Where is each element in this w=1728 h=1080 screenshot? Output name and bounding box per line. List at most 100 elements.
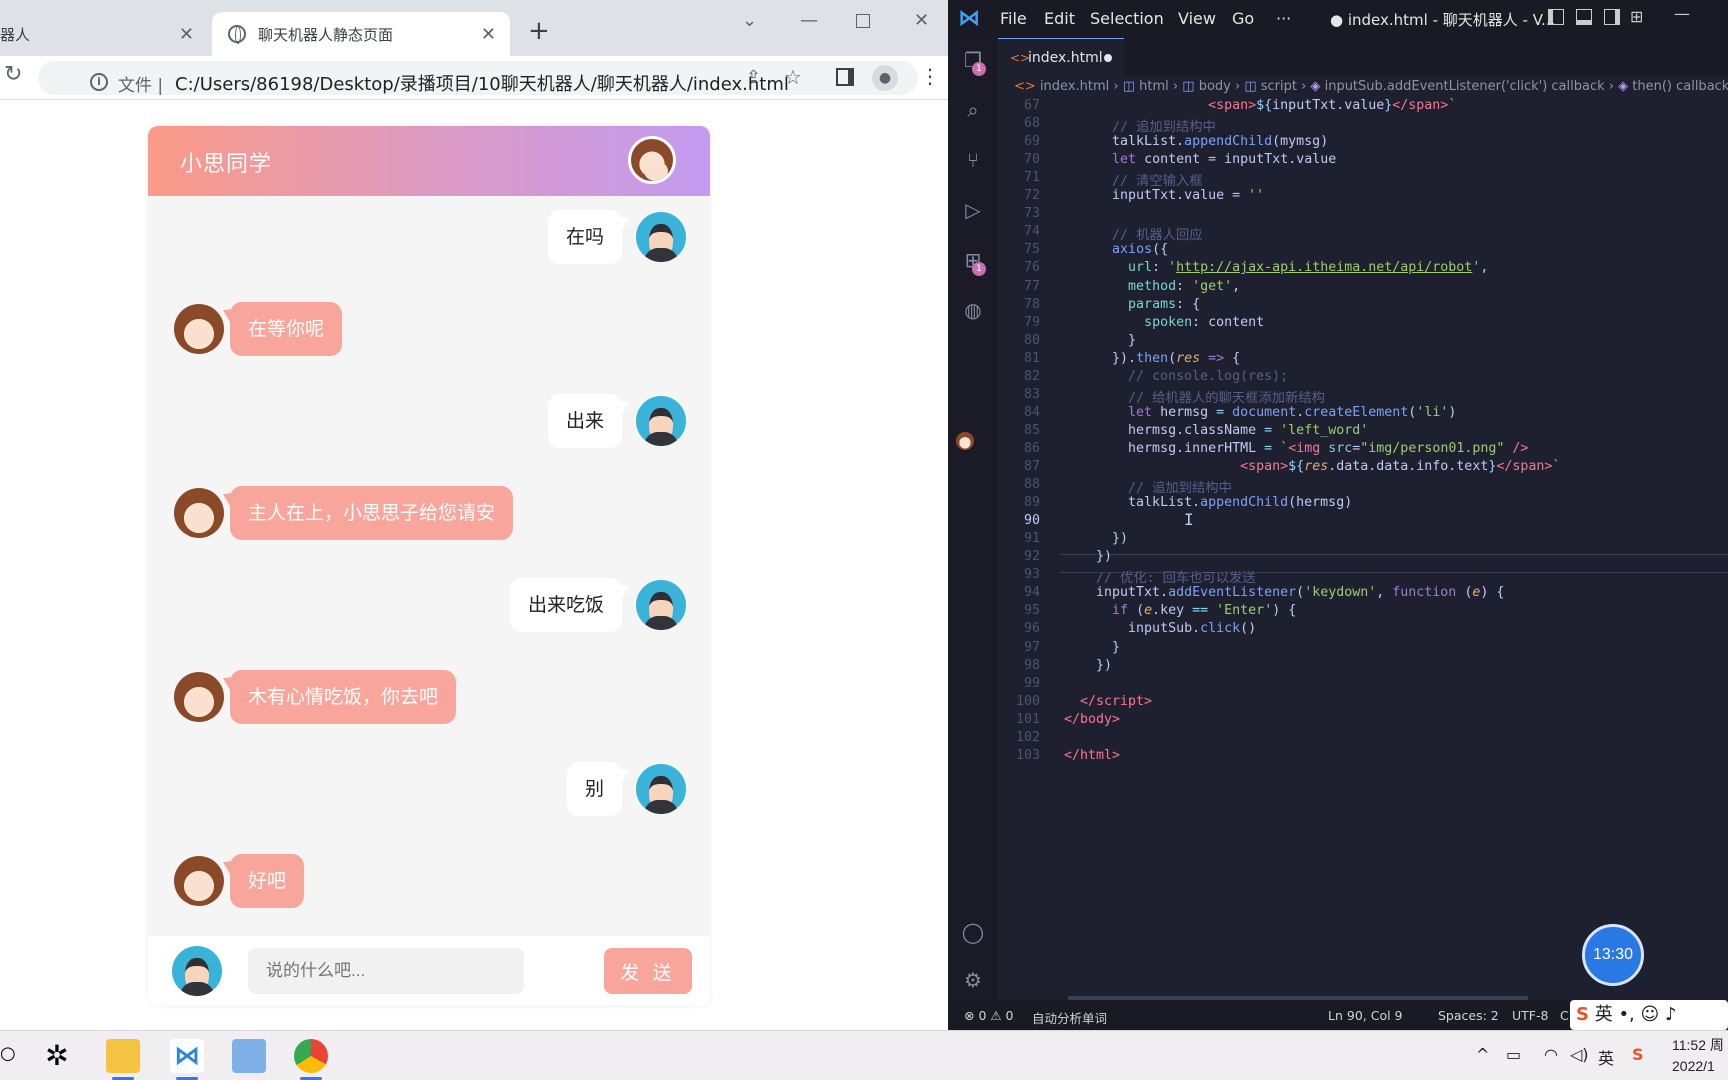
info-icon[interactable]: i bbox=[90, 73, 108, 91]
toggle-sidebar-icon[interactable] bbox=[1548, 9, 1564, 25]
breadcrumb-item[interactable]: index.html bbox=[1040, 79, 1109, 94]
code-line[interactable]: url: 'http://ajax-api.itheima.net/api/ro… bbox=[1064, 260, 1488, 275]
code-line[interactable]: inputTxt.value = '' bbox=[1064, 188, 1264, 203]
ime-mic-icon[interactable]: ♪ bbox=[1665, 1004, 1677, 1025]
file-explorer-icon[interactable] bbox=[106, 1039, 140, 1073]
code-line[interactable]: } bbox=[1064, 333, 1136, 348]
account-icon[interactable]: ◯ bbox=[961, 920, 985, 944]
ime-toolbar[interactable]: S 英 •, ☺ ♪ bbox=[1570, 1000, 1728, 1030]
close-tab-icon[interactable]: ✕ bbox=[481, 24, 496, 45]
menu-edit[interactable]: Edit bbox=[1044, 9, 1075, 28]
code-line[interactable]: axios({ bbox=[1064, 242, 1168, 257]
menu-file[interactable]: File bbox=[1000, 9, 1027, 28]
source-control-icon[interactable]: ⑂ bbox=[961, 148, 985, 172]
computer-app-icon[interactable] bbox=[232, 1039, 266, 1073]
chrome-icon[interactable] bbox=[294, 1039, 328, 1073]
code-line[interactable]: hermsg.className = 'left_word' bbox=[1064, 423, 1368, 438]
customize-layout-icon[interactable]: ⊞ bbox=[1630, 7, 1643, 26]
code-line[interactable]: inputTxt.addEventListener('keydown', fun… bbox=[1064, 585, 1504, 600]
search-icon[interactable]: ○ bbox=[0, 1043, 16, 1064]
sogou-tray-icon[interactable]: S bbox=[1632, 1045, 1644, 1064]
code-line[interactable]: // console.log(res); bbox=[1064, 369, 1288, 384]
code-line[interactable]: </script> bbox=[1064, 694, 1152, 709]
code-line[interactable]: method: 'get', bbox=[1064, 279, 1240, 294]
new-tab-button[interactable]: + bbox=[528, 16, 550, 46]
code-line[interactable]: </body> bbox=[1064, 712, 1120, 727]
send-button[interactable]: 发 送 bbox=[604, 948, 692, 994]
minimize-icon[interactable]: — bbox=[1674, 4, 1690, 23]
code-line[interactable]: // 追加到结构中 bbox=[1064, 116, 1216, 135]
code-line[interactable]: }) bbox=[1064, 531, 1128, 546]
menu-view[interactable]: View bbox=[1178, 9, 1216, 28]
unsaved-dot-icon[interactable] bbox=[1104, 54, 1112, 62]
problems-indicator[interactable]: ⊗ 0 ⚠ 0 bbox=[964, 1008, 1014, 1023]
code-line[interactable]: let content = inputTxt.value bbox=[1064, 152, 1336, 167]
menu-selection[interactable]: Selection bbox=[1090, 9, 1164, 28]
recording-timer[interactable]: 13:30 bbox=[1582, 924, 1644, 986]
side-panel-icon[interactable] bbox=[836, 68, 854, 86]
encoding[interactable]: UTF-8 bbox=[1512, 1008, 1548, 1023]
code-line[interactable]: } bbox=[1064, 640, 1120, 655]
toggle-secondary-sidebar-icon[interactable] bbox=[1604, 9, 1620, 25]
tab-index-html[interactable]: <> index.html bbox=[998, 38, 1124, 76]
code-line[interactable]: }).then(res => { bbox=[1064, 351, 1240, 366]
code-line[interactable]: talkList.appendChild(hermsg) bbox=[1064, 495, 1352, 510]
code-line[interactable]: // 给机器人的聊天框添加新结构 bbox=[1064, 387, 1325, 406]
code-line[interactable]: </html> bbox=[1064, 748, 1120, 763]
run-debug-icon[interactable]: ▷ bbox=[961, 198, 985, 222]
volume-icon[interactable]: ◁) bbox=[1570, 1045, 1589, 1064]
vscode-taskbar-icon[interactable]: ⋈ bbox=[170, 1039, 204, 1073]
more-menu-icon[interactable]: ⋮ bbox=[920, 64, 940, 88]
battery-icon[interactable]: ▭ bbox=[1506, 1045, 1521, 1064]
show-hidden-icons-icon[interactable]: ^ bbox=[1476, 1045, 1489, 1064]
tab-search-icon[interactable]: ⌄ bbox=[742, 10, 757, 31]
cursor-position[interactable]: Ln 90, Col 9 bbox=[1328, 1008, 1403, 1023]
code-line[interactable]: <span>${res.data.data.info.text}</span>` bbox=[1064, 459, 1560, 474]
maximize-icon[interactable] bbox=[856, 14, 870, 28]
remote-explorer-icon[interactable]: ◍ bbox=[961, 298, 985, 322]
menu-go[interactable]: Go bbox=[1232, 9, 1254, 28]
browser-tab-active[interactable]: 聊天机器人静态页面 ✕ bbox=[212, 12, 510, 56]
menu-more[interactable]: ··· bbox=[1276, 9, 1291, 28]
breadcrumb-item[interactable]: script bbox=[1261, 79, 1297, 94]
code-line[interactable]: params: { bbox=[1064, 297, 1200, 312]
bookmark-star-icon[interactable]: ☆ bbox=[784, 65, 802, 89]
pinwheel-app-icon[interactable]: ✲ bbox=[40, 1039, 74, 1073]
code-line[interactable]: // 优化: 回车也可以发送 bbox=[1064, 567, 1256, 586]
ime-indicator[interactable]: 英 bbox=[1598, 1045, 1614, 1069]
profile-icon[interactable]: ● bbox=[872, 65, 898, 91]
code-line[interactable]: inputSub.click() bbox=[1064, 621, 1256, 636]
search-icon[interactable]: ⌕ bbox=[961, 98, 985, 122]
breadcrumb-item[interactable]: inputSub.addEventListener('click') callb… bbox=[1325, 79, 1605, 94]
status-mode[interactable]: 自动分析单词 bbox=[1032, 1008, 1107, 1027]
network-icon[interactable]: ◠ bbox=[1544, 1045, 1558, 1064]
toggle-panel-icon[interactable] bbox=[1576, 9, 1592, 25]
share-icon[interactable]: ⇪ bbox=[746, 67, 761, 88]
code-line[interactable]: // 追加到结构中 bbox=[1064, 477, 1232, 496]
ime-punct-icon[interactable]: •, bbox=[1618, 1004, 1634, 1025]
close-tab-icon[interactable]: ✕ bbox=[179, 24, 194, 45]
browser-tab-previous[interactable]: 器人 ✕ bbox=[0, 12, 208, 56]
settings-gear-icon[interactable]: ⚙ bbox=[961, 968, 985, 992]
ime-emoji-icon[interactable]: ☺ bbox=[1641, 1004, 1660, 1025]
breadcrumb-item[interactable]: body bbox=[1199, 79, 1231, 94]
breadcrumb-item[interactable]: then() callback bbox=[1632, 79, 1728, 94]
minimize-icon[interactable]: — bbox=[800, 10, 818, 31]
code-line[interactable]: talkList.appendChild(mymsg) bbox=[1064, 134, 1328, 149]
reload-icon[interactable]: ↻ bbox=[4, 62, 22, 87]
indentation[interactable]: Spaces: 2 bbox=[1438, 1008, 1499, 1023]
omnibox[interactable]: i 文件 | C:/Users/86198/Desktop/录播项目/10聊天机… bbox=[38, 61, 918, 96]
code-line[interactable]: let hermsg = document.createElement('li'… bbox=[1064, 405, 1456, 420]
code-line[interactable]: if (e.key == 'Enter') { bbox=[1064, 603, 1296, 618]
code-line[interactable]: <span>${inputTxt.value}</span>` bbox=[1064, 98, 1456, 113]
code-line[interactable]: spoken: content bbox=[1064, 315, 1264, 330]
code-line[interactable]: // 机器人回应 bbox=[1064, 224, 1203, 243]
code-line[interactable]: }) bbox=[1064, 549, 1112, 564]
close-window-icon[interactable]: ✕ bbox=[914, 10, 929, 31]
ime-language[interactable]: 英 bbox=[1595, 1004, 1613, 1025]
message-input[interactable] bbox=[248, 948, 524, 994]
code-line[interactable]: }) bbox=[1064, 658, 1112, 673]
url-text[interactable]: C:/Users/86198/Desktop/录播项目/10聊天机器人/聊天机器… bbox=[175, 70, 789, 96]
code-line[interactable]: // 清空输入框 bbox=[1064, 170, 1203, 189]
taskbar-clock[interactable]: 11:52 周 2022/1 bbox=[1672, 1035, 1724, 1077]
